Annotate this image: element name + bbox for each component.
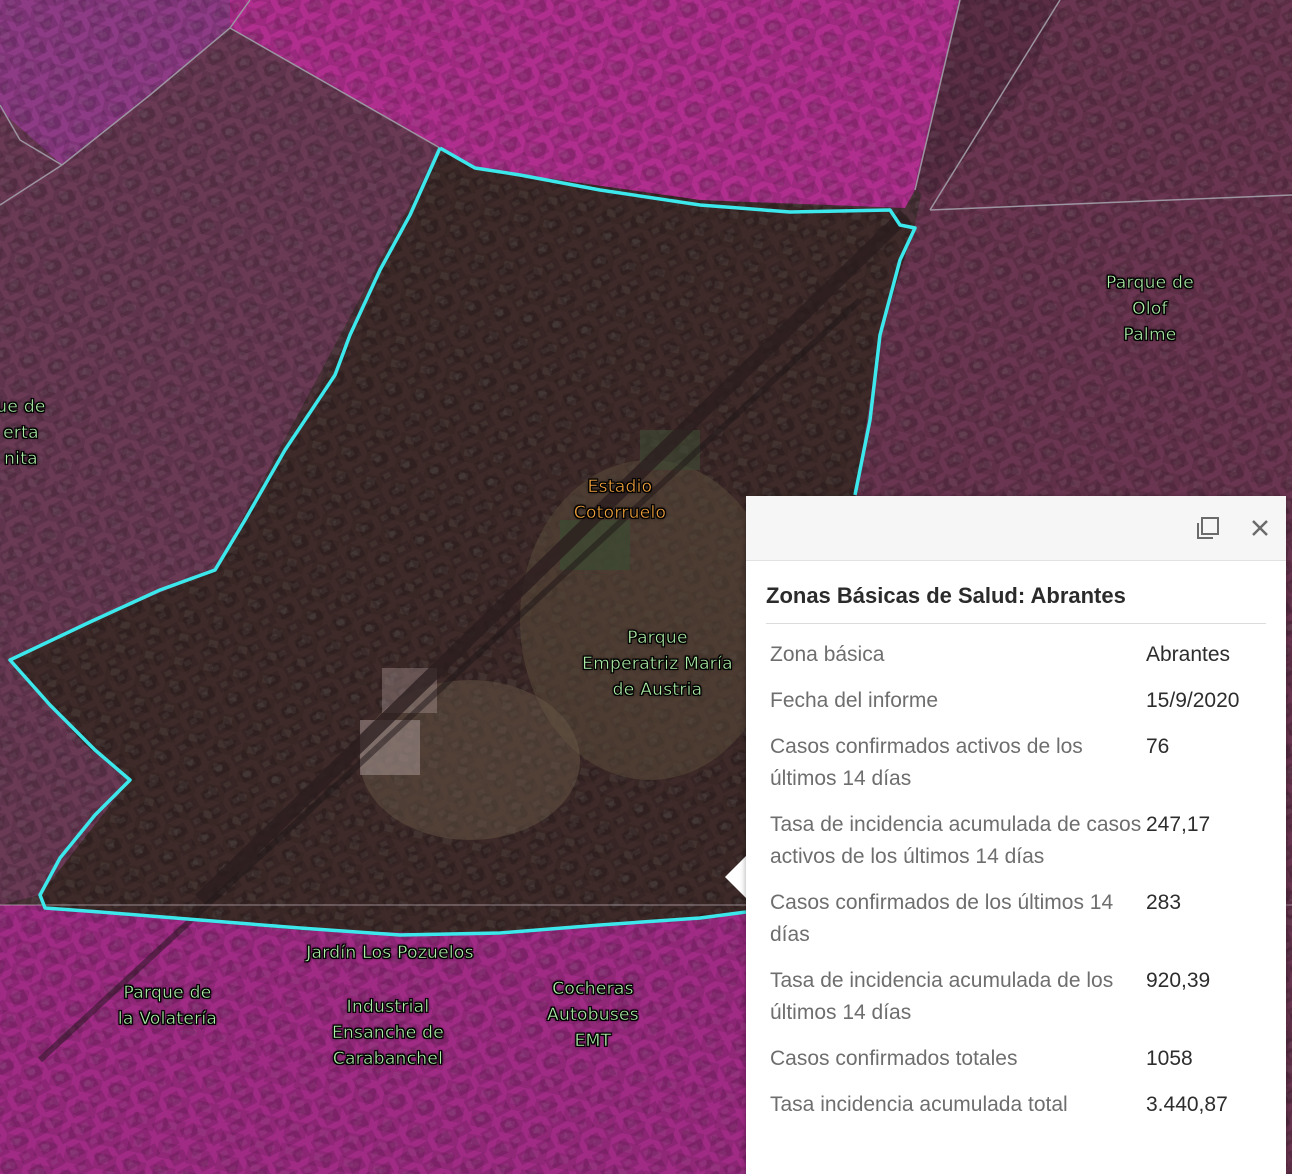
map-label-volateria: Parque de la Volatería — [117, 983, 218, 1029]
attribute-value: 1058 — [1146, 1047, 1193, 1070]
map-label-estadio: Estadio Cotorruelo — [573, 477, 667, 523]
attribute-name: Tasa de incidencia acumulada de los últi… — [770, 969, 1114, 1024]
map-label-cocheras: Cocheras Autobuses EMT — [547, 979, 639, 1051]
attribute-name: Casos confirmados totales — [770, 1047, 1018, 1070]
close-button[interactable] — [1242, 510, 1278, 546]
maximize-button[interactable] — [1190, 510, 1226, 546]
attribute-row: Casos confirmados activos de los últimos… — [766, 724, 1266, 802]
maximize-icon — [1197, 517, 1219, 539]
attribute-name: Casos confirmados de los últimos 14 días — [770, 891, 1114, 946]
attribute-row: Zona básica Abrantes — [766, 632, 1266, 678]
popup-window: Zonas Básicas de Salud: Abrantes Zona bá… — [746, 496, 1286, 1174]
attribute-name: Tasa de incidencia acumulada de casos ac… — [770, 813, 1142, 868]
attribute-row: Casos confirmados totales 1058 — [766, 1036, 1266, 1082]
attribute-row: Casos confirmados de los últimos 14 días… — [766, 880, 1266, 958]
popup-pointer — [725, 855, 747, 899]
attribute-row: Tasa incidencia acumulada total 3.440,87 — [766, 1082, 1266, 1128]
attribute-row: Tasa de incidencia acumulada de casos ac… — [766, 802, 1266, 880]
map-label-emperatriz: Parque Emperatriz María de Austria — [582, 628, 733, 700]
attribute-value: 283 — [1146, 891, 1182, 914]
attribute-value: 3.440,87 — [1146, 1093, 1228, 1116]
attribute-value: 920,39 — [1146, 969, 1211, 992]
attribute-value: Abrantes — [1146, 643, 1231, 666]
attribute-table: Zona básica Abrantes Fecha del informe 15/9… — [766, 632, 1266, 1128]
attribute-row: Tasa de incidencia acumulada de los últi… — [766, 958, 1266, 1036]
map-label-huerta: ue de erta nita — [0, 397, 46, 469]
attribute-value: 247,17 — [1146, 813, 1211, 836]
attribute-value: 15/9/2020 — [1146, 689, 1240, 712]
attribute-name: Tasa incidencia acumulada total — [770, 1093, 1068, 1116]
attribute-name: Fecha del informe — [770, 689, 939, 712]
map-label-pozuelos: Jardín Los Pozuelos — [306, 943, 474, 963]
attribute-name: Zona básica — [770, 643, 885, 666]
map-label-olof-palme: Parque de Olof Palme — [1106, 273, 1194, 345]
attribute-name: Casos confirmados activos de los últimos… — [770, 735, 1083, 790]
map-label-industrial: Industrial Ensanche de Carabanchel — [331, 997, 445, 1069]
popup-title: Zonas Básicas de Salud: Abrantes — [766, 583, 1266, 624]
close-icon — [1252, 520, 1268, 536]
attribute-row: Fecha del informe 15/9/2020 — [766, 678, 1266, 724]
attribute-value: 76 — [1146, 735, 1170, 758]
popup-header — [746, 496, 1286, 561]
